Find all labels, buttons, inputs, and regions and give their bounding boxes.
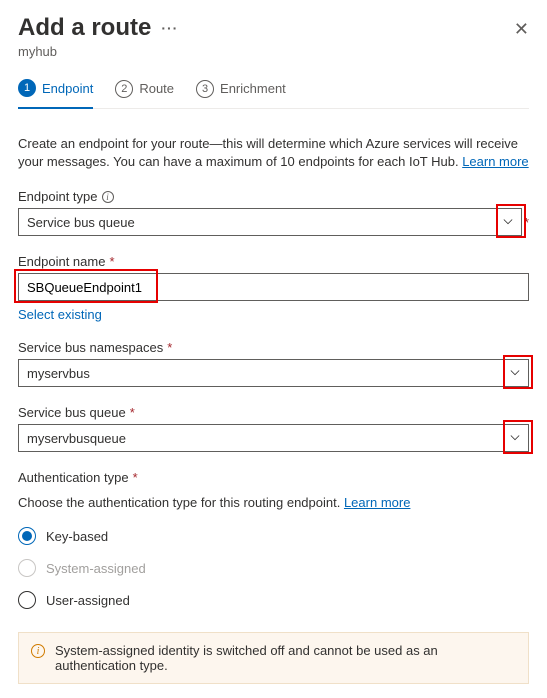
auth-learn-more-link[interactable]: Learn more [344, 495, 410, 510]
warning-message-bar: i System-assigned identity is switched o… [18, 632, 529, 684]
step-num: 2 [115, 80, 133, 98]
radio-label: Key-based [46, 529, 108, 544]
resource-name: myhub [18, 44, 529, 59]
learn-more-link[interactable]: Learn more [462, 154, 528, 169]
namespaces-label: Service bus namespaces [18, 340, 163, 355]
step-label: Endpoint [42, 81, 93, 96]
queue-select[interactable]: myservbusqueue [18, 424, 529, 452]
radio-icon [18, 527, 36, 545]
radio-icon [18, 559, 36, 577]
warning-icon: i [31, 644, 45, 658]
auth-option-key-based[interactable]: Key-based [18, 520, 529, 552]
required-marker: * [130, 405, 135, 420]
step-enrichment[interactable]: 3 Enrichment [196, 79, 286, 108]
step-num: 1 [18, 79, 36, 97]
auth-type-label: Authentication type [18, 470, 129, 485]
step-route[interactable]: 2 Route [115, 79, 174, 108]
step-endpoint[interactable]: 1 Endpoint [18, 79, 93, 109]
intro-text: Create an endpoint for your route—this w… [18, 135, 529, 171]
select-value: myservbusqueue [27, 431, 126, 446]
chevron-down-icon [510, 368, 520, 378]
radio-label: System-assigned [46, 561, 146, 576]
required-marker: * [167, 340, 172, 355]
more-actions-icon[interactable]: ··· [161, 20, 178, 36]
endpoint-name-label: Endpoint name [18, 254, 105, 269]
auth-option-user-assigned[interactable]: User-assigned [18, 584, 529, 616]
radio-label: User-assigned [46, 593, 130, 608]
endpoint-type-label: Endpoint type [18, 189, 98, 204]
radio-icon [18, 591, 36, 609]
auth-option-system-assigned: System-assigned [18, 552, 529, 584]
close-icon[interactable]: ✕ [514, 20, 529, 38]
info-icon[interactable]: i [102, 191, 114, 203]
chevron-down-icon [503, 217, 513, 227]
wizard-stepper: 1 Endpoint 2 Route 3 Enrichment [18, 79, 529, 109]
endpoint-name-input[interactable] [18, 273, 529, 301]
endpoint-type-select[interactable]: Service bus queue [18, 208, 522, 236]
queue-label: Service bus queue [18, 405, 126, 420]
required-marker: * [109, 254, 114, 269]
required-marker: * [133, 470, 138, 485]
step-label: Route [139, 81, 174, 96]
auth-help-text: Choose the authentication type for this … [18, 495, 529, 510]
select-value: myservbus [27, 366, 90, 381]
namespaces-select[interactable]: myservbus [18, 359, 529, 387]
select-existing-link[interactable]: Select existing [18, 307, 102, 322]
warning-text: System-assigned identity is switched off… [55, 643, 516, 673]
step-num: 3 [196, 80, 214, 98]
chevron-down-icon [510, 433, 520, 443]
step-label: Enrichment [220, 81, 286, 96]
page-title: Add a route [18, 14, 151, 42]
select-value: Service bus queue [27, 215, 135, 230]
required-marker: * [524, 215, 529, 230]
